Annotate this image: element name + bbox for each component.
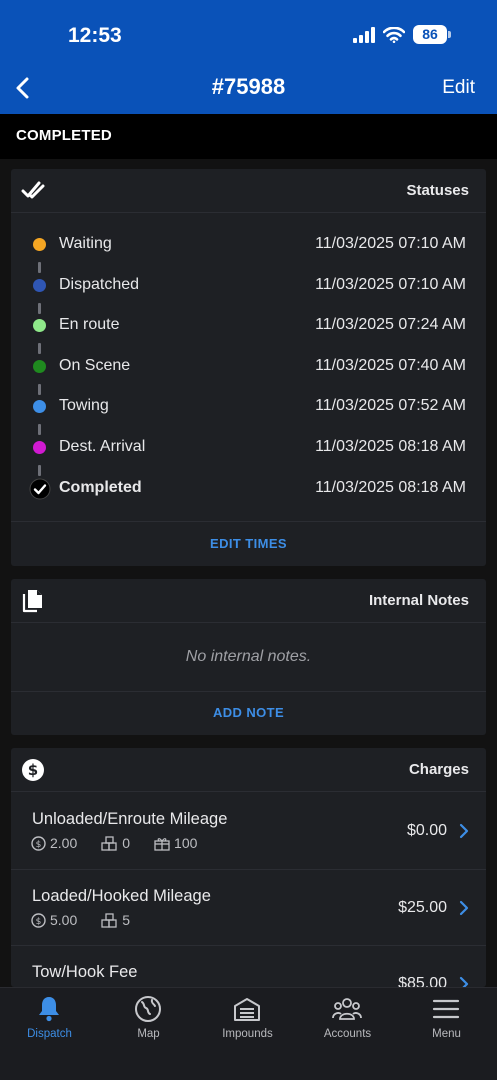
svg-text:$: $ bbox=[36, 917, 42, 927]
charge-row[interactable]: Loaded/Hooked Mileage $ 5.00 5 $25.00 bbox=[11, 887, 486, 947]
completed-check-icon bbox=[29, 478, 51, 500]
status-dot bbox=[33, 360, 46, 373]
statuses-card: Statuses Waiting 11/03/2025 07:10 AM Dis… bbox=[11, 169, 486, 566]
tab-label: Dispatch bbox=[27, 1028, 72, 1040]
globe-icon bbox=[135, 996, 161, 1022]
status-label: Dispatched bbox=[59, 276, 140, 293]
tab-impounds[interactable]: Impounds bbox=[198, 988, 297, 1048]
free-gift-icon bbox=[154, 837, 170, 851]
status-time: 11/03/2025 07:10 AM bbox=[315, 235, 466, 252]
chevron-right-icon[interactable] bbox=[458, 976, 470, 987]
documents-icon bbox=[22, 590, 42, 613]
status-icons: 86 bbox=[353, 25, 451, 44]
battery-icon: 86 bbox=[413, 25, 451, 44]
status-dot bbox=[33, 279, 46, 292]
wifi-icon bbox=[383, 26, 405, 43]
internal-notes-card: Internal Notes No internal notes. ADD NO… bbox=[11, 579, 486, 735]
charge-free-quantity: 100 bbox=[174, 835, 198, 851]
charge-name: Tow/Hook Fee bbox=[32, 963, 138, 981]
status-time: 11/03/2025 07:40 AM bbox=[315, 357, 466, 374]
empty-notes-text: No internal notes. bbox=[185, 648, 312, 665]
rate-coin-icon: $ bbox=[31, 835, 46, 851]
charge-row[interactable]: Unloaded/Enroute Mileage $ 2.00 0 100 $0… bbox=[11, 810, 486, 870]
status-label: On Scene bbox=[59, 357, 131, 374]
statuses-header: Statuses bbox=[11, 169, 486, 213]
tab-menu[interactable]: Menu bbox=[397, 988, 496, 1048]
hamburger-menu-icon bbox=[432, 999, 460, 1019]
status-row-on-scene: On Scene 11/03/2025 07:40 AM bbox=[11, 348, 486, 389]
status-row-completed: Completed 11/03/2025 08:18 AM bbox=[11, 470, 486, 511]
back-chevron-icon[interactable] bbox=[12, 74, 36, 102]
chevron-right-icon[interactable] bbox=[458, 900, 470, 916]
dollar-circle-icon: $ bbox=[22, 759, 44, 781]
double-check-icon bbox=[21, 181, 45, 199]
status-label: Waiting bbox=[59, 235, 112, 252]
status-dot bbox=[33, 441, 46, 454]
rate-coin-icon: $ bbox=[31, 912, 46, 928]
garage-icon bbox=[234, 998, 260, 1021]
battery-level: 86 bbox=[413, 25, 447, 44]
charges-title: Charges bbox=[408, 761, 469, 778]
charge-name: Unloaded/Enroute Mileage bbox=[32, 810, 228, 828]
chevron-right-icon[interactable] bbox=[458, 823, 470, 839]
page-title: #75988 bbox=[211, 74, 286, 99]
tab-accounts[interactable]: Accounts bbox=[298, 988, 397, 1048]
charge-name: Loaded/Hooked Mileage bbox=[32, 887, 211, 905]
status-time: 11/03/2025 07:10 AM bbox=[315, 276, 466, 293]
tab-label: Menu bbox=[432, 1028, 461, 1040]
tab-map[interactable]: Map bbox=[99, 988, 198, 1048]
charge-row[interactable]: Tow/Hook Fee $85.00 bbox=[11, 963, 486, 987]
status-label: Towing bbox=[59, 397, 109, 414]
status-label: En route bbox=[59, 316, 120, 333]
status-dot bbox=[33, 400, 46, 413]
clock: 12:53 bbox=[68, 24, 122, 47]
status-dot bbox=[33, 238, 46, 251]
tab-label: Accounts bbox=[323, 1028, 372, 1040]
charge-rate: 2.00 bbox=[50, 835, 78, 851]
bottom-tab-bar: Dispatch Map Impounds Accounts Menu bbox=[0, 987, 497, 1080]
charge-meta: $ 5.00 5 bbox=[31, 912, 154, 928]
status-time: 11/03/2025 07:52 AM bbox=[315, 397, 466, 414]
status-dot bbox=[33, 319, 46, 332]
cellular-signal-icon bbox=[353, 26, 375, 43]
status-time: 11/03/2025 08:18 AM bbox=[315, 438, 466, 455]
charge-amount: $25.00 bbox=[398, 899, 447, 916]
svg-text:$: $ bbox=[36, 840, 42, 850]
internal-notes-title: Internal Notes bbox=[368, 592, 469, 609]
statuses-title: Statuses bbox=[406, 182, 469, 199]
charge-meta: $ 2.00 0 100 bbox=[31, 835, 221, 851]
tab-dispatch[interactable]: Dispatch bbox=[0, 988, 99, 1048]
charge-amount: $85.00 bbox=[398, 975, 447, 987]
internal-notes-header: Internal Notes bbox=[11, 579, 486, 623]
charge-quantity: 5 bbox=[122, 912, 131, 928]
status-row-dispatched: Dispatched 11/03/2025 07:10 AM bbox=[11, 267, 486, 308]
edit-times-button[interactable]: EDIT TIMES bbox=[11, 521, 486, 566]
people-group-icon bbox=[332, 998, 362, 1020]
charge-rate: 5.00 bbox=[50, 912, 78, 928]
status-row-towing: Towing 11/03/2025 07:52 AM bbox=[11, 388, 486, 429]
job-state-banner: COMPLETED bbox=[0, 114, 497, 159]
status-label: Completed bbox=[59, 479, 142, 496]
status-row-en-route: En route 11/03/2025 07:24 AM bbox=[11, 307, 486, 348]
charges-header: $ Charges bbox=[11, 748, 486, 792]
status-row-waiting: Waiting 11/03/2025 07:10 AM bbox=[11, 226, 486, 267]
top-bar: 12:53 86 #75988 Edit bbox=[0, 0, 497, 114]
job-state-label: COMPLETED bbox=[16, 127, 112, 144]
svg-text:$: $ bbox=[28, 761, 38, 779]
status-time: 11/03/2025 08:18 AM bbox=[315, 479, 466, 496]
tab-label: Map bbox=[137, 1028, 160, 1040]
status-label: Dest. Arrival bbox=[59, 438, 146, 455]
status-time: 11/03/2025 07:24 AM bbox=[315, 316, 466, 333]
charges-card: $ Charges Unloaded/Enroute Mileage $ 2.0… bbox=[11, 748, 486, 987]
add-note-button[interactable]: ADD NOTE bbox=[11, 691, 486, 735]
charge-amount: $0.00 bbox=[406, 822, 447, 839]
charge-quantity: 0 bbox=[122, 835, 131, 851]
bell-icon bbox=[39, 997, 59, 1022]
tab-label: Impounds bbox=[222, 1028, 273, 1040]
quantity-boxes-icon bbox=[101, 912, 117, 928]
quantity-boxes-icon bbox=[101, 835, 117, 851]
edit-button[interactable]: Edit bbox=[442, 77, 475, 99]
status-row-dest-arrival: Dest. Arrival 11/03/2025 08:18 AM bbox=[11, 429, 486, 470]
